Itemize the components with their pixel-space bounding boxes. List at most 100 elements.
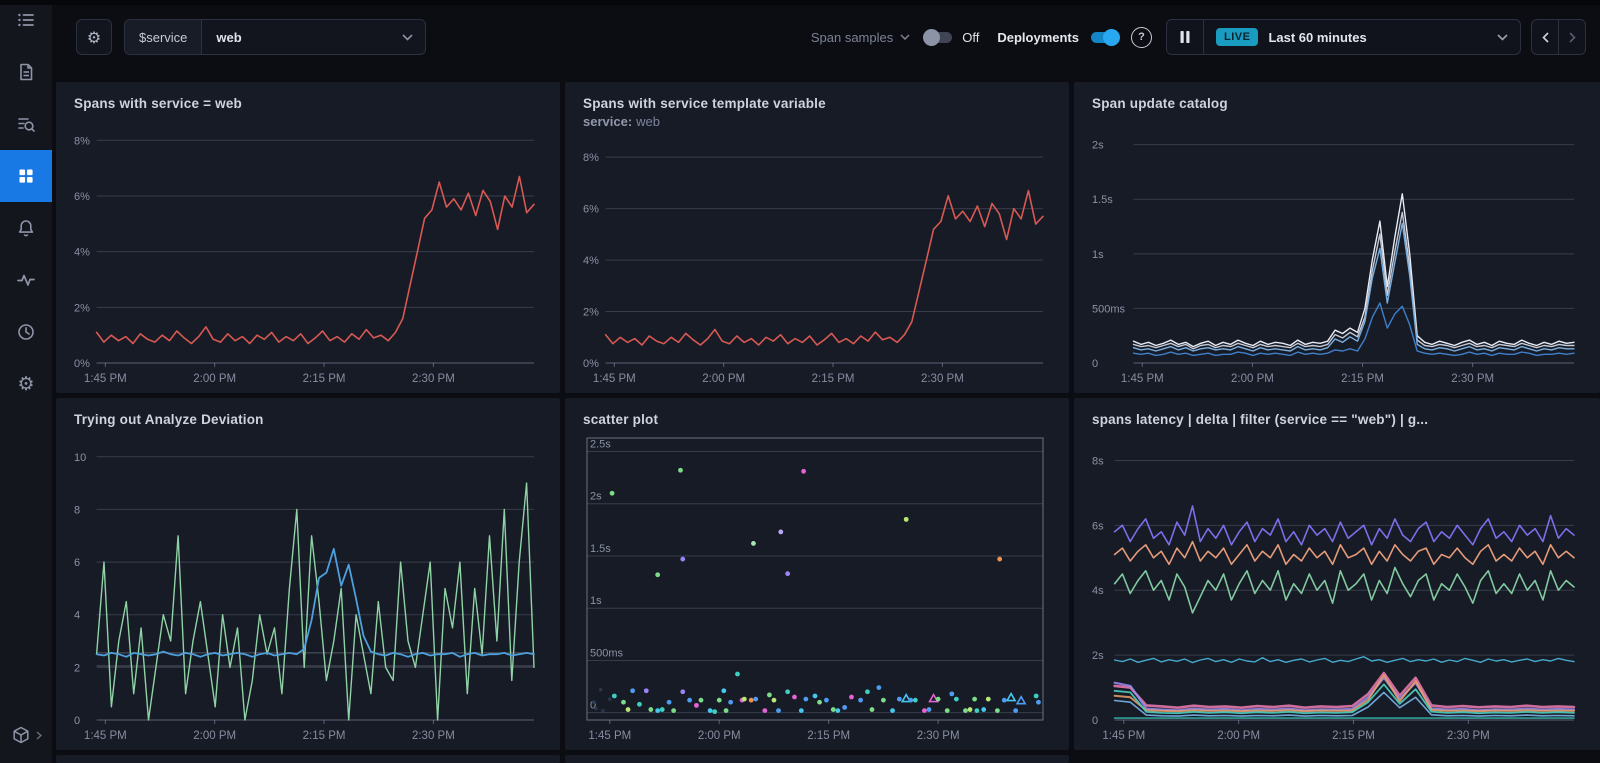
grid-icon: [19, 169, 33, 183]
svg-text:2:15 PM: 2:15 PM: [812, 373, 855, 385]
svg-text:10: 10: [74, 452, 86, 464]
shift-forward-button[interactable]: [1558, 20, 1585, 54]
panel-title: Trying out Analyze Deviation: [74, 412, 264, 427]
sidebar-item-activity[interactable]: [0, 254, 52, 306]
svg-text:500ms: 500ms: [590, 647, 624, 659]
svg-text:2:15 PM: 2:15 PM: [1341, 373, 1384, 385]
time-range-value: Last 60 minutes: [1268, 29, 1367, 45]
line-chart-spans-service-web[interactable]: 0% 2% 4% 6% 8% 1:45 PM 2:00 PM 2:15 PM 2:30 PM: [74, 117, 546, 389]
panel-spans-template-variable: Spans with service template variable ser…: [565, 82, 1069, 393]
svg-text:2:15 PM: 2:15 PM: [303, 373, 346, 385]
window-top-strip: [0, 0, 1600, 5]
svg-text:1:45 PM: 1:45 PM: [84, 730, 127, 742]
line-chart-spans-latency[interactable]: 0 2s 4s 6s 8s 1:45 PM 2:00 PM 2:15 PM 2:30 PM: [1092, 433, 1586, 746]
svg-text:0: 0: [74, 715, 80, 727]
svg-text:0%: 0%: [583, 358, 599, 370]
svg-text:500ms: 500ms: [1092, 303, 1126, 315]
panel-title: scatter plot: [583, 412, 659, 427]
gear-icon: ⚙: [17, 373, 35, 395]
svg-text:4s: 4s: [1092, 585, 1104, 597]
svg-text:6s: 6s: [1092, 520, 1104, 532]
svg-text:2s: 2s: [1092, 650, 1104, 662]
sidebar-item-history[interactable]: [0, 306, 52, 358]
chevron-down-icon: [1497, 33, 1508, 41]
svg-text:6%: 6%: [583, 204, 599, 216]
variable-name-label: $service: [125, 20, 203, 54]
panel-spans-service-web: Spans with service = web 0% 2% 4% 6% 8% 1:45 …: [56, 82, 560, 393]
line-chart-span-update-catalog[interactable]: 0 500ms 1s 1.5s 2s 1:45 PM 2:00 PM 2:15 PM 2:30 …: [1092, 117, 1586, 389]
span-samples-toggle[interactable]: [923, 28, 953, 46]
panel-partial: [56, 755, 560, 763]
svg-text:2s: 2s: [590, 491, 602, 503]
svg-text:4%: 4%: [583, 255, 599, 267]
svg-text:1.5s: 1.5s: [1092, 194, 1113, 206]
svg-text:2:30 PM: 2:30 PM: [1451, 373, 1494, 385]
dashboard-grid: Spans with service = web 0% 2% 4% 6% 8% 1:45 …: [56, 82, 1600, 763]
span-samples-state: Off: [962, 29, 980, 45]
panel-analyze-deviation: Trying out Analyze Deviation 0 2 4 6 8 10 1:45…: [56, 398, 560, 750]
list-icon: [18, 13, 34, 27]
svg-text:2%: 2%: [74, 302, 90, 314]
search-list-icon: [18, 118, 35, 132]
sidebar-item-alerts[interactable]: [0, 202, 52, 254]
panel-scatter-plot: scatter plot 0 500ms 1s 1.5s 2s 2.5s 1:45 PM 2:…: [565, 398, 1069, 750]
line-chart-spans-template-variable[interactable]: 0% 2% 4% 6% 8% 1:45 PM 2:00 PM 2:15 PM 2:30 PM: [583, 135, 1055, 389]
svg-text:4: 4: [74, 610, 80, 622]
bell-icon: [18, 220, 34, 237]
chevron-right-icon: [36, 730, 42, 740]
svg-text:2:00 PM: 2:00 PM: [193, 730, 236, 742]
pause-button[interactable]: [1167, 20, 1204, 54]
svg-text:2:15 PM: 2:15 PM: [807, 730, 850, 742]
svg-text:1:45 PM: 1:45 PM: [588, 730, 631, 742]
chevron-down-icon[interactable]: [900, 34, 910, 40]
sidebar-item-list[interactable]: [0, 0, 52, 46]
deployments-label: Deployments: [997, 29, 1079, 45]
top-toolbar: ⚙ $service web Span samples Off Deployme…: [52, 5, 1600, 69]
svg-text:0: 0: [1092, 715, 1098, 727]
pulse-icon: [17, 274, 35, 286]
svg-text:2:30 PM: 2:30 PM: [412, 373, 455, 385]
svg-text:0: 0: [1092, 358, 1098, 370]
sidebar-item-settings[interactable]: ⚙: [0, 358, 52, 410]
deployments-toggle[interactable]: [1091, 28, 1120, 46]
svg-text:2:15 PM: 2:15 PM: [303, 730, 346, 742]
clock-icon: [18, 324, 34, 340]
time-shift-controls: [1531, 19, 1586, 55]
svg-text:2:30 PM: 2:30 PM: [1447, 730, 1490, 742]
gear-icon: ⚙: [86, 27, 102, 47]
panel-span-update-catalog: Span update catalog 0 500ms 1s 1.5s 2s 1:45 P…: [1074, 82, 1600, 393]
svg-text:8%: 8%: [583, 152, 599, 164]
svg-text:2:30 PM: 2:30 PM: [412, 730, 455, 742]
toggle-knob: [923, 28, 941, 46]
line-chart-analyze-deviation[interactable]: 0 2 4 6 8 10 1:45 PM 2:00 PM 2:15 PM 2:30 PM: [74, 433, 546, 746]
service-variable-select[interactable]: $service web: [124, 19, 426, 55]
panel-title: spans latency | delta | filter (service …: [1092, 412, 1429, 427]
sidebar-item-integrations[interactable]: [0, 725, 52, 745]
toggle-knob: [1103, 28, 1120, 46]
svg-text:1:45 PM: 1:45 PM: [1102, 730, 1145, 742]
svg-text:2:30 PM: 2:30 PM: [917, 730, 960, 742]
svg-text:2:00 PM: 2:00 PM: [702, 373, 745, 385]
time-range-dropdown[interactable]: LIVE Last 60 minutes: [1204, 28, 1520, 46]
panel-title: Spans with service template variable: [583, 96, 826, 111]
panel-partial: [565, 755, 1069, 763]
help-icon[interactable]: ?: [1131, 26, 1152, 48]
pause-icon: [1180, 31, 1190, 43]
svg-text:2.5s: 2.5s: [590, 438, 611, 450]
span-samples-dropdown[interactable]: Span samples: [811, 30, 893, 45]
svg-text:8%: 8%: [74, 135, 90, 147]
scatter-chart[interactable]: 0 500ms 1s 1.5s 2s 2.5s 1:45 PM 2:00 PM 2:15 PM 2…: [583, 433, 1055, 746]
shift-back-button[interactable]: [1532, 20, 1558, 54]
sidebar-item-dashboards[interactable]: [0, 150, 52, 202]
empty-cell: [1074, 755, 1600, 763]
svg-text:2s: 2s: [1092, 140, 1104, 152]
variables-settings-button[interactable]: ⚙: [76, 19, 112, 55]
svg-text:2:00 PM: 2:00 PM: [1217, 730, 1260, 742]
sidebar-item-logs[interactable]: [0, 46, 52, 98]
svg-text:1.5s: 1.5s: [590, 543, 611, 555]
sidebar-item-trace-search[interactable]: [0, 98, 52, 150]
svg-text:2:15 PM: 2:15 PM: [1332, 730, 1375, 742]
left-sidebar: ⚙: [0, 0, 52, 763]
svg-text:1:45 PM: 1:45 PM: [593, 373, 636, 385]
subtitle-value: web: [636, 114, 661, 129]
